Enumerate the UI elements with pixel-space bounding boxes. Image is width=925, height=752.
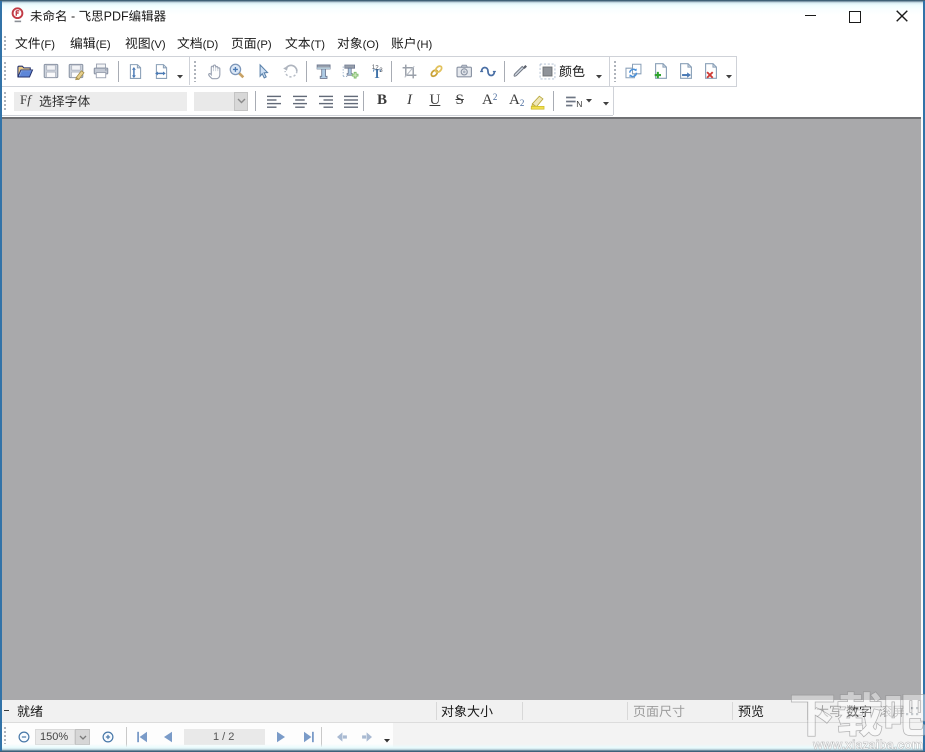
svg-text:(F): (F): [40, 39, 55, 51]
svg-text:(E): (E): [95, 39, 110, 51]
svg-text:N: N: [576, 99, 582, 109]
svg-text:(D): (D): [202, 39, 218, 51]
svg-text:(V): (V): [150, 39, 165, 51]
svg-text:PDF: PDF: [104, 10, 129, 24]
svg-text:(O): (O): [362, 39, 379, 51]
svg-text:(H): (H): [417, 39, 433, 51]
svg-text:(P): (P): [256, 39, 271, 51]
svg-text:-: -: [71, 10, 75, 24]
svg-text:3: 3: [379, 67, 383, 74]
svg-text:(T): (T): [310, 39, 325, 51]
